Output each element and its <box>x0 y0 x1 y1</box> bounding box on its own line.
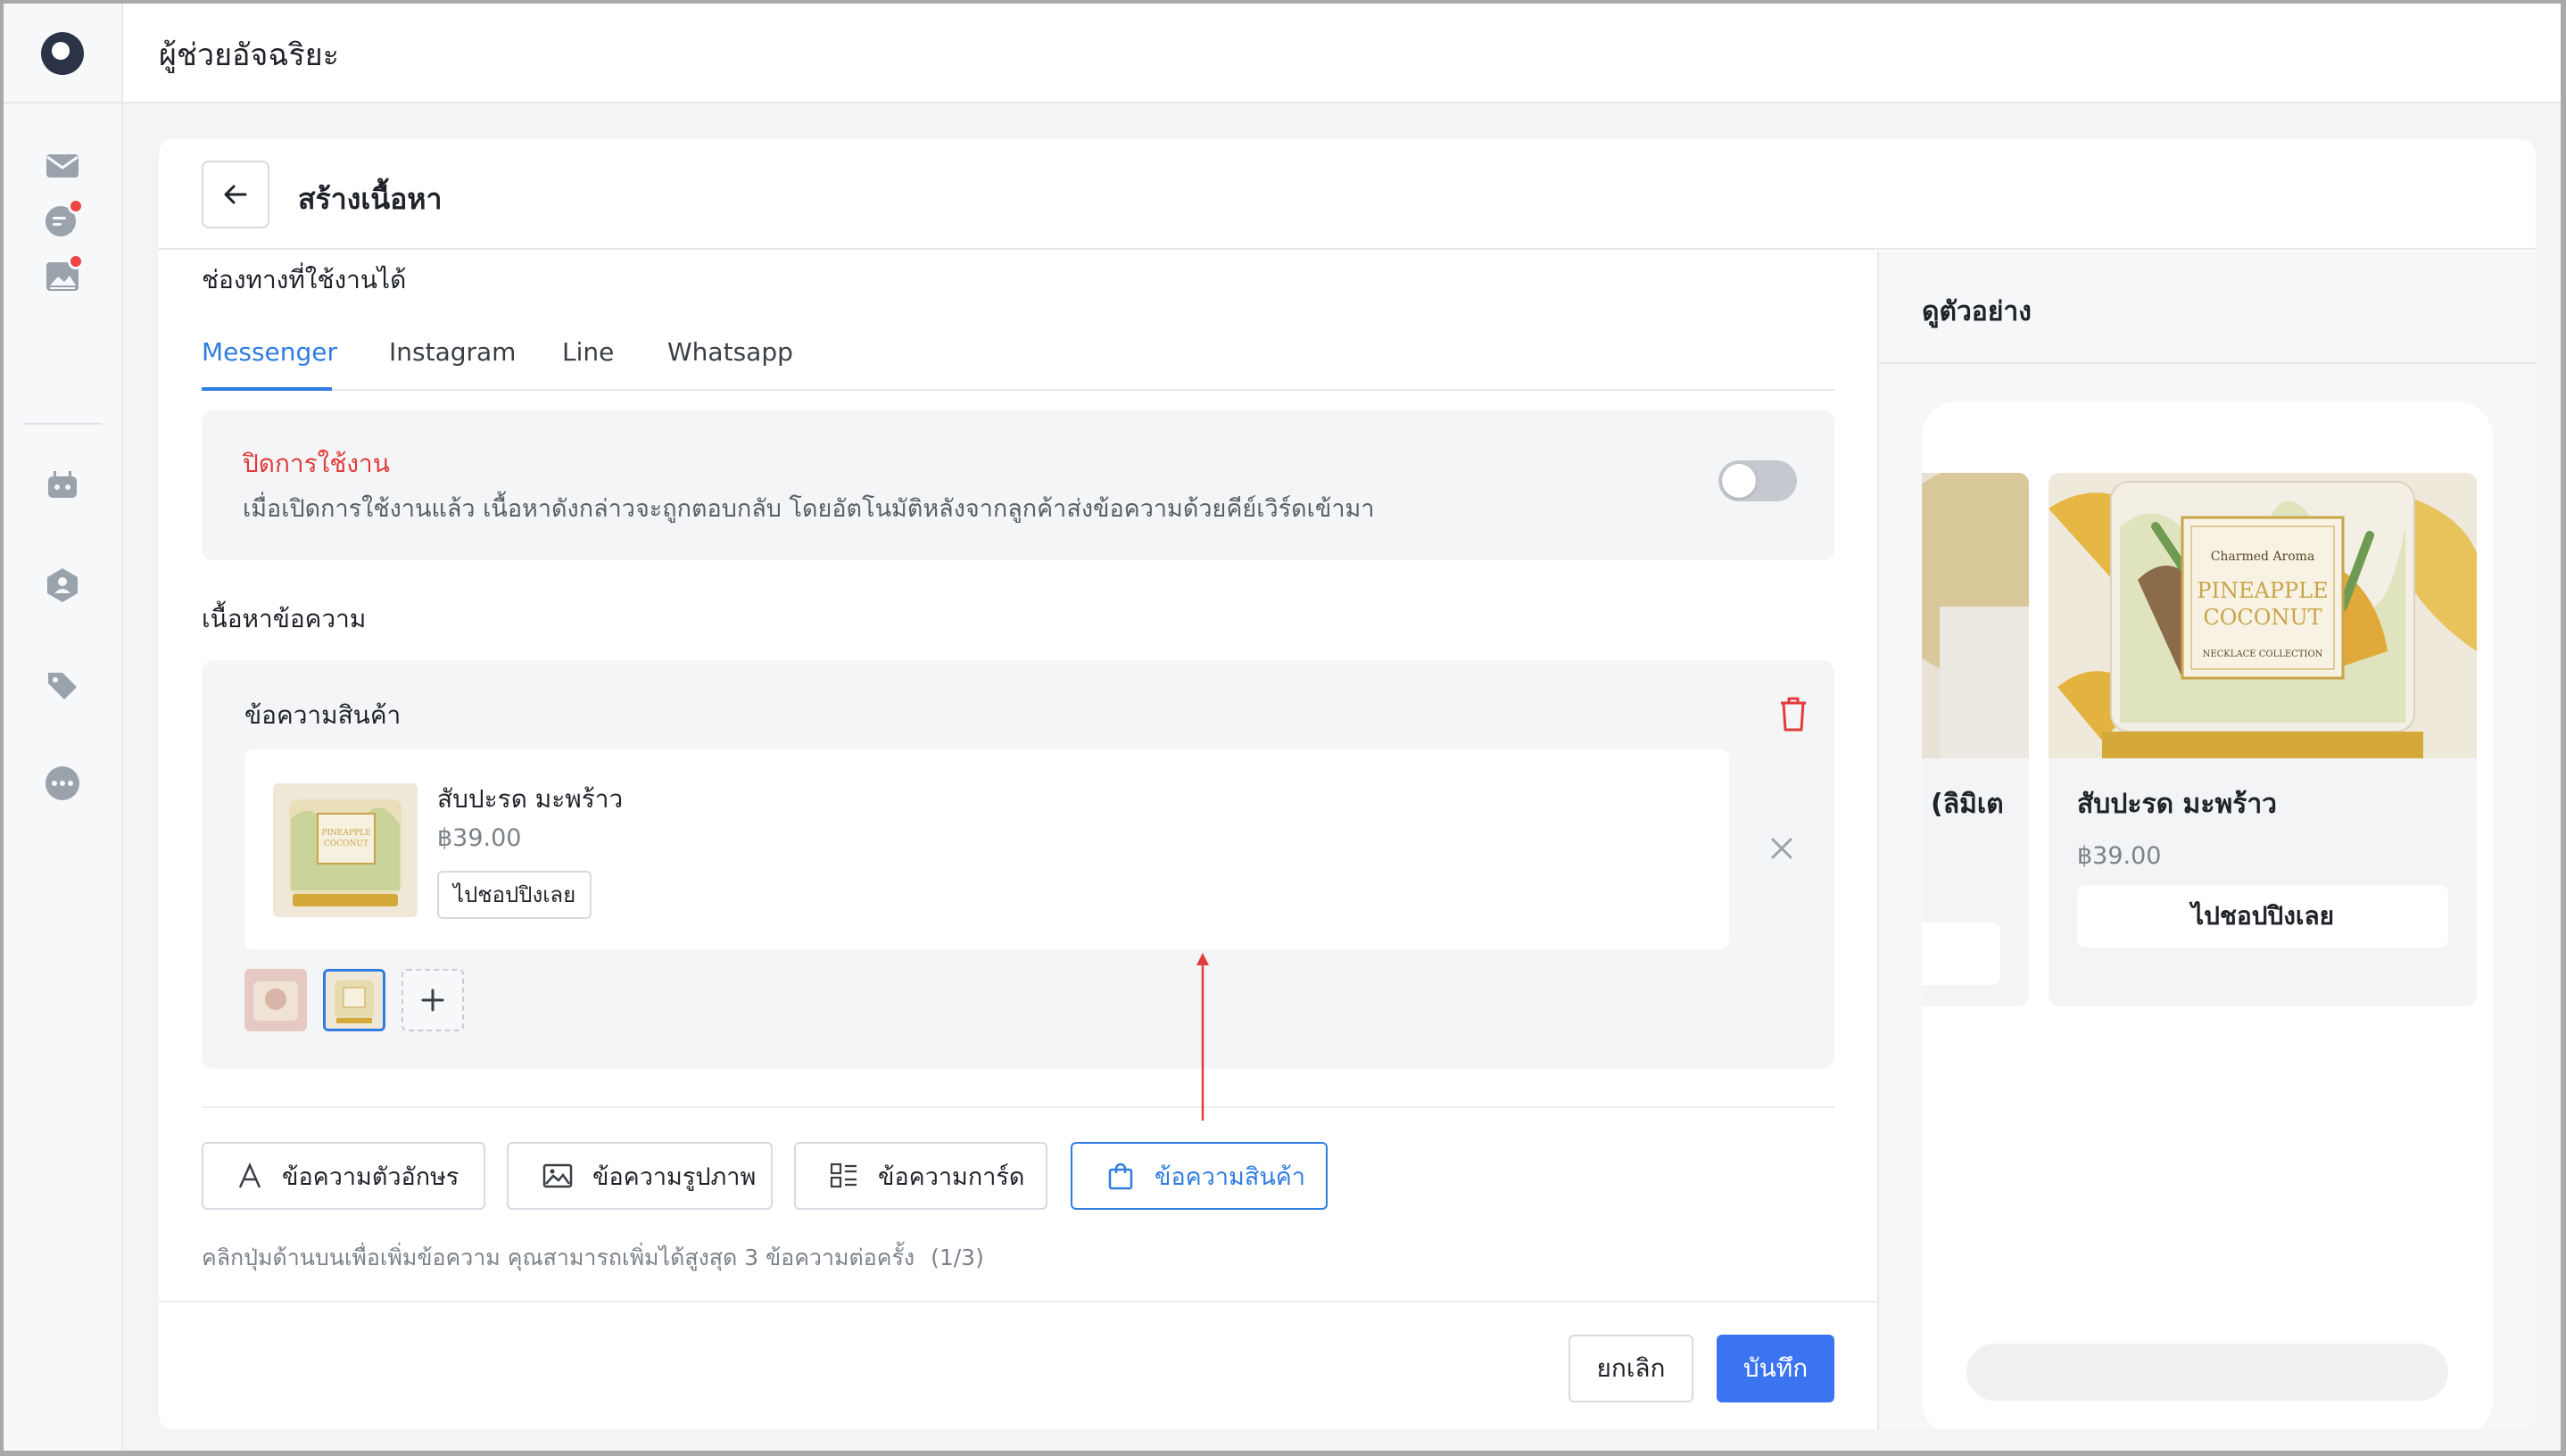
card-list-icon <box>830 1162 857 1188</box>
enable-switch[interactable] <box>1718 460 1797 501</box>
preview-title: ดูตัวอย่าง <box>1922 296 2032 327</box>
preview-header: ดูตัวอย่าง <box>1879 252 2536 364</box>
preview-product-price: ฿39.00 <box>2077 842 2162 870</box>
add-image-button[interactable] <box>401 969 464 1031</box>
shopping-bag-icon <box>1108 1162 1133 1190</box>
preview-card-product[interactable]: Charmed Aroma PINEAPPLE COCONUT NECKLACE… <box>2049 473 2477 1006</box>
preview-shop-now-button[interactable]: ไปชอปปิงเลย <box>2077 885 2448 947</box>
candle-collection-text: NECKLACE COLLECTION <box>2203 649 2323 659</box>
sidebar <box>4 4 123 1451</box>
add-text-message-button[interactable]: ข้อความตัวอักษร <box>202 1142 485 1210</box>
card-header: สร้างเนื้อหา <box>159 139 2536 250</box>
image-post-badge <box>68 253 84 269</box>
add-image-message-button[interactable]: ข้อความรูปภาพ <box>507 1142 773 1210</box>
candle-line2-text: COCONUT <box>2203 605 2322 630</box>
auto-reply-toggle-panel: ปิดการใช้งาน เมื่อเปิดการใช้งานแล้ว เนื้… <box>202 410 1834 560</box>
annotation-arrow <box>1196 953 1209 1121</box>
add-product-message-label: ข้อความสินค้า <box>1155 1162 1306 1191</box>
add-product-message-button[interactable]: ข้อความสินค้า <box>1071 1142 1328 1210</box>
content-editor-card: สร้างเนื้อหา ช่องทางที่ใช้งานได้ Messeng… <box>159 139 2536 1429</box>
toggle-status-label: ปิดการใช้งาน <box>243 449 390 478</box>
hint-text: คลิกปุ่มด้านบนเพื่อเพิ่มข้อความ คุณสามาร… <box>202 1245 915 1270</box>
app-logo[interactable] <box>41 32 84 75</box>
preview-message-input <box>1966 1344 2448 1401</box>
mail-icon[interactable] <box>43 146 82 186</box>
preview-card-previous-button <box>1922 922 2000 985</box>
arrow-left-icon <box>224 185 247 204</box>
tab-line[interactable]: Line <box>562 337 614 367</box>
plus-icon <box>421 989 444 1012</box>
editor-pane: ช่องทางที่ใช้งานได้ Messenger Instagram … <box>159 252 1877 1301</box>
message-limit-hint: คลิกปุ่มด้านบนเพื่อเพิ่มข้อความ คุณสามาร… <box>202 1240 984 1276</box>
cancel-button[interactable]: ยกเลิก <box>1569 1335 1693 1402</box>
active-tab-indicator <box>202 387 332 391</box>
image-icon <box>542 1163 573 1188</box>
product-name: สับปะรด มะพร้าว <box>437 784 624 814</box>
preview-product-name: สับปะรด มะพร้าว <box>2077 789 2278 820</box>
add-card-message-label: ข้อความการ์ด <box>878 1162 1025 1191</box>
chat-icon[interactable] <box>43 198 84 241</box>
preview-card-previous[interactable]: (ลิมิเต <box>1922 473 2029 1006</box>
top-bar: ผู้ช่วยอัจฉริยะ <box>123 4 2561 103</box>
message-block-title: ข้อความสินค้า <box>244 700 401 730</box>
product-message-block: ข้อความสินค้า PINEAPPLE COCONUT สับปะรด … <box>202 660 1834 1069</box>
chat-badge <box>68 198 84 214</box>
text-icon <box>238 1162 261 1188</box>
add-card-message-button[interactable]: ข้อความการ์ด <box>794 1142 1047 1210</box>
svg-text:PINEAPPLE: PINEAPPLE <box>321 829 370 838</box>
sidebar-separator <box>23 423 102 425</box>
tags-icon[interactable] <box>43 666 82 705</box>
sidebar-divider-top <box>4 102 123 103</box>
product-thumb-1[interactable] <box>244 969 307 1031</box>
preview-card-previous-image <box>1922 473 2029 758</box>
more-icon[interactable] <box>43 764 82 803</box>
tab-instagram[interactable]: Instagram <box>389 337 516 367</box>
app-window: ผู้ช่วยอัจฉริยะ สร้างเนื้อหา ช่องทางที่ใ… <box>4 4 2561 1451</box>
form-footer: ยกเลิก บันทึก <box>159 1301 1877 1429</box>
channel-tabs: Messenger Instagram Line Whatsapp <box>202 323 1834 391</box>
content-label: เนื้อหาข้อความ <box>202 604 367 633</box>
tab-whatsapp[interactable]: Whatsapp <box>667 337 793 367</box>
trash-icon[interactable] <box>1776 694 1811 733</box>
close-icon[interactable] <box>1768 835 1795 862</box>
save-button[interactable]: บันทึก <box>1717 1335 1834 1402</box>
preview-card-previous-name: (ลิมิเต <box>1931 789 2004 820</box>
product-item-card: PINEAPPLE COCONUT สับปะรด มะพร้าว ฿39.00… <box>244 749 1729 949</box>
bot-icon[interactable] <box>43 466 82 505</box>
candle-line1-text: PINEAPPLE <box>2197 578 2328 603</box>
candle-brand-text: Charmed Aroma <box>2211 550 2315 564</box>
image-post-icon[interactable] <box>43 253 84 296</box>
app-title: ผู้ช่วยอัจฉริยะ <box>159 37 339 73</box>
shop-now-button[interactable]: ไปชอปปิงเลย <box>437 871 592 919</box>
channels-label: ช่องทางที่ใช้งานได้ <box>202 265 407 294</box>
product-thumb-2[interactable] <box>323 969 385 1031</box>
product-thumbnail: PINEAPPLE COCONUT <box>273 783 418 917</box>
tab-messenger[interactable]: Messenger <box>202 337 337 367</box>
add-image-message-label: ข้อความรูปภาพ <box>592 1162 757 1191</box>
toggle-description: เมื่อเปิดการใช้งานแล้ว เนื้อหาดังกล่าวจะ… <box>243 495 1375 523</box>
add-text-message-label: ข้อความตัวอักษร <box>282 1162 459 1191</box>
section-divider <box>202 1106 1834 1108</box>
svg-text:COCONUT: COCONUT <box>324 840 368 848</box>
phone-preview: (ลิมิเต Charmed Aroma PINEAPPLE COCONUT … <box>1922 401 2493 1429</box>
page-title: สร้างเนื้อหา <box>298 182 443 216</box>
back-button[interactable] <box>202 161 269 228</box>
switch-knob <box>1722 464 1756 498</box>
preview-product-image: Charmed Aroma PINEAPPLE COCONUT NECKLACE… <box>2049 473 2477 758</box>
user-shield-icon[interactable] <box>43 566 82 605</box>
product-price: ฿39.00 <box>437 824 522 852</box>
hint-count: (1/3) <box>931 1245 984 1270</box>
preview-pane: ดูตัวอย่าง (ลิมิเต Charmed Aroma PINEAPP… <box>1877 252 2536 1429</box>
